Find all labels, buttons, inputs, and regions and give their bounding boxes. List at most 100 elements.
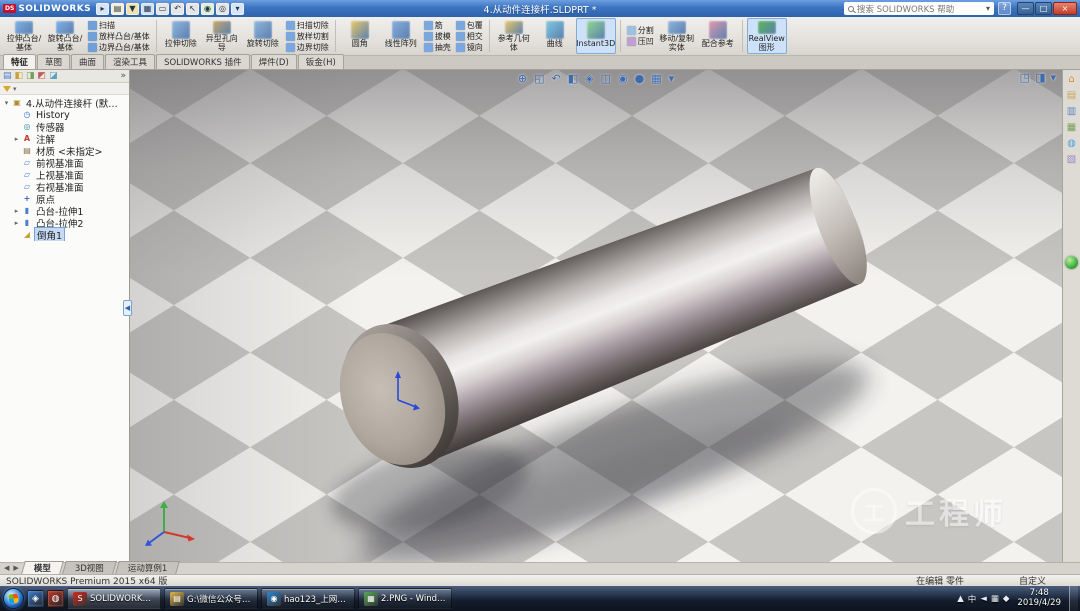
move-copy-bodies-button[interactable]: 移动/复制实体 — [657, 18, 697, 54]
zoom-fit-icon[interactable]: ⊕ — [518, 72, 527, 85]
dimxpert-manager-tab[interactable]: ◩ — [38, 71, 47, 82]
volume-icon[interactable]: ◄ — [980, 594, 987, 604]
section-view-icon[interactable]: ◧ — [568, 72, 578, 85]
model-tab-nav-2[interactable]: ▶ — [13, 563, 18, 574]
rib-button[interactable]: 筋 — [422, 20, 453, 30]
sweep-button[interactable]: 扫描 — [86, 20, 152, 30]
filter-dropdown-icon[interactable]: ▾ — [13, 85, 17, 93]
taskbar-solidworks[interactable]: SSOLIDWORKS P... — [67, 588, 161, 609]
shell-button[interactable]: 抽壳 — [422, 42, 453, 52]
search-dropdown-icon[interactable]: ▾ — [986, 4, 990, 13]
display-manager-tab[interactable]: ◪ — [49, 71, 58, 82]
custom-properties-icon[interactable]: ▧ — [1067, 154, 1076, 165]
extrude-cut-button[interactable]: 拉伸切除 — [161, 18, 201, 54]
indent-button[interactable]: 压凹 — [625, 37, 656, 47]
command-tab-5[interactable]: SOLIDWORKS 插件 — [156, 54, 250, 69]
pane-split-icon[interactable]: ◨ — [1035, 71, 1045, 84]
new-file-icon[interactable]: ▤ — [111, 3, 124, 15]
expand-arrow-icon[interactable]: ▸ — [13, 219, 20, 227]
linear-pattern-button[interactable]: 线性阵列 — [381, 18, 421, 54]
hole-wizard-button[interactable]: 异型孔向导 — [202, 18, 242, 54]
reference-geometry-button[interactable]: 参考几何体 — [494, 18, 534, 54]
hidden-icons-arrow[interactable]: ▲ — [957, 594, 964, 604]
help-dropdown-icon[interactable]: ▾ — [231, 3, 244, 15]
graphics-area[interactable]: ⊕◱↶◧◈◫◉●▦▾ ◳◨▾ 工 工程师 — [130, 70, 1062, 562]
intersect-button[interactable]: 相交 — [454, 31, 485, 41]
tree-item[interactable]: ▾▣4.从动件连接杆 (默认<<默认>_显... — [0, 97, 129, 109]
revolve-cut-button[interactable]: 旋转切除 — [243, 18, 283, 54]
maximize-button[interactable]: □ — [1035, 2, 1052, 15]
boundary-boss-button[interactable]: 边界凸台/基体 — [86, 42, 152, 52]
tree-item[interactable]: ◢倒角1 — [0, 229, 129, 241]
help-button[interactable]: ? — [998, 2, 1011, 15]
minimize-button[interactable]: — — [1017, 2, 1034, 15]
split-button[interactable]: 分割 — [625, 26, 656, 36]
open-file-icon[interactable]: ▼ — [126, 3, 139, 15]
panel-overflow[interactable]: » — [120, 71, 126, 82]
menu-expand-icon[interactable]: ▸ — [96, 3, 109, 15]
edit-appearance-icon[interactable]: ● — [635, 72, 645, 85]
taskbar-hao123[interactable]: ◉hao123_上网从... — [261, 588, 355, 609]
instant3d-button[interactable]: Instant3D — [576, 18, 616, 54]
zoom-area-icon[interactable]: ◱ — [534, 72, 544, 85]
sweep-cut-button[interactable]: 扫描切除 — [284, 20, 331, 30]
close-button[interactable]: × — [1053, 2, 1077, 15]
fillet-button[interactable]: 圆角 — [340, 18, 380, 54]
mirror-button[interactable]: 镜向 — [454, 42, 485, 52]
taskbar-image-viewer[interactable]: ▦2.PNG - Windo... — [358, 588, 452, 609]
network-icon[interactable]: ▦ — [991, 594, 999, 604]
help-search-box[interactable]: 搜索 SOLIDWORKS 帮助 ▾ — [844, 2, 994, 15]
undo-icon[interactable]: ↶ — [171, 3, 184, 15]
revolve-boss-button[interactable]: 旋转凸台/基体 — [45, 18, 85, 54]
hide-show-items-icon[interactable]: ◉ — [618, 72, 628, 85]
configuration-manager-tab[interactable]: ◨ — [26, 71, 35, 82]
view-orientation-icon[interactable]: ◈ — [585, 72, 593, 85]
featuremanager-tree-tab[interactable]: ▤ — [3, 71, 12, 82]
command-tab-7[interactable]: 钣金(H) — [298, 54, 344, 69]
model-tab-1[interactable]: 模型 — [21, 561, 64, 574]
loft-cut-button[interactable]: 放样切割 — [284, 31, 331, 41]
tree-item[interactable]: ▱右视基准面 — [0, 181, 129, 193]
tree-item[interactable]: ◎传感器 — [0, 121, 129, 133]
command-tab-1[interactable]: 特征 — [3, 54, 36, 69]
save-icon[interactable]: ▦ — [141, 3, 154, 15]
zoom-modify-icon[interactable]: ◳ — [1020, 71, 1030, 84]
pane-options-icon[interactable]: ▾ — [1050, 71, 1056, 84]
options-icon[interactable]: ◎ — [216, 3, 229, 15]
expand-arrow-icon[interactable]: ▸ — [13, 135, 20, 143]
display-style-icon[interactable]: ◫ — [601, 72, 611, 85]
mate-reference-button[interactable]: 配合参考 — [698, 18, 738, 54]
action-center-icon[interactable]: ◆ — [1003, 594, 1010, 604]
solidworks-resources-orb-icon[interactable] — [1065, 256, 1078, 269]
quick-launch-media[interactable]: ◍ — [47, 590, 64, 607]
extrude-boss-button[interactable]: 拉伸凸台/基体 — [4, 18, 44, 54]
taskbar-folder[interactable]: ▤G:\微信公众号\4-... — [164, 588, 258, 609]
show-desktop-button[interactable] — [1069, 586, 1078, 611]
model-tab-nav-1[interactable]: ◀ — [4, 563, 9, 574]
taskbar-clock[interactable]: 7:48 2019/4/29 — [1013, 589, 1065, 608]
command-tab-6[interactable]: 焊件(D) — [251, 54, 297, 69]
curves-button[interactable]: 曲线 — [535, 18, 575, 54]
panel-collapse-arrow[interactable]: ◀ — [123, 300, 132, 316]
previous-view-icon[interactable]: ↶ — [551, 72, 560, 85]
command-tab-4[interactable]: 渲染工具 — [105, 54, 155, 69]
rebuild-icon[interactable]: ◉ — [201, 3, 214, 15]
boundary-cut-button[interactable]: 边界切除 — [284, 42, 331, 52]
select-icon[interactable]: ↖ — [186, 3, 199, 15]
command-tab-2[interactable]: 草图 — [37, 54, 70, 69]
ime-indicator[interactable]: 中 — [968, 593, 977, 605]
realview-button[interactable]: RealView图形 — [747, 18, 787, 54]
expand-arrow-icon[interactable]: ▸ — [13, 207, 20, 215]
draft-button[interactable]: 拔模 — [422, 31, 453, 41]
view-palette-icon[interactable]: ▦ — [1067, 122, 1076, 133]
apply-scene-icon[interactable]: ▦ — [651, 72, 661, 85]
print-icon[interactable]: ▭ — [156, 3, 169, 15]
start-button[interactable] — [3, 588, 24, 609]
appearances-scenes-icon[interactable]: ◍ — [1067, 138, 1076, 149]
command-tab-3[interactable]: 曲面 — [71, 54, 104, 69]
loft-boss-button[interactable]: 放样凸台/基体 — [86, 31, 152, 41]
task-pane-home-icon[interactable]: ⌂ — [1068, 74, 1074, 85]
property-manager-tab[interactable]: ◧ — [15, 71, 24, 82]
design-library-icon[interactable]: ▤ — [1067, 90, 1076, 101]
file-explorer-icon[interactable]: ▥ — [1067, 106, 1076, 117]
